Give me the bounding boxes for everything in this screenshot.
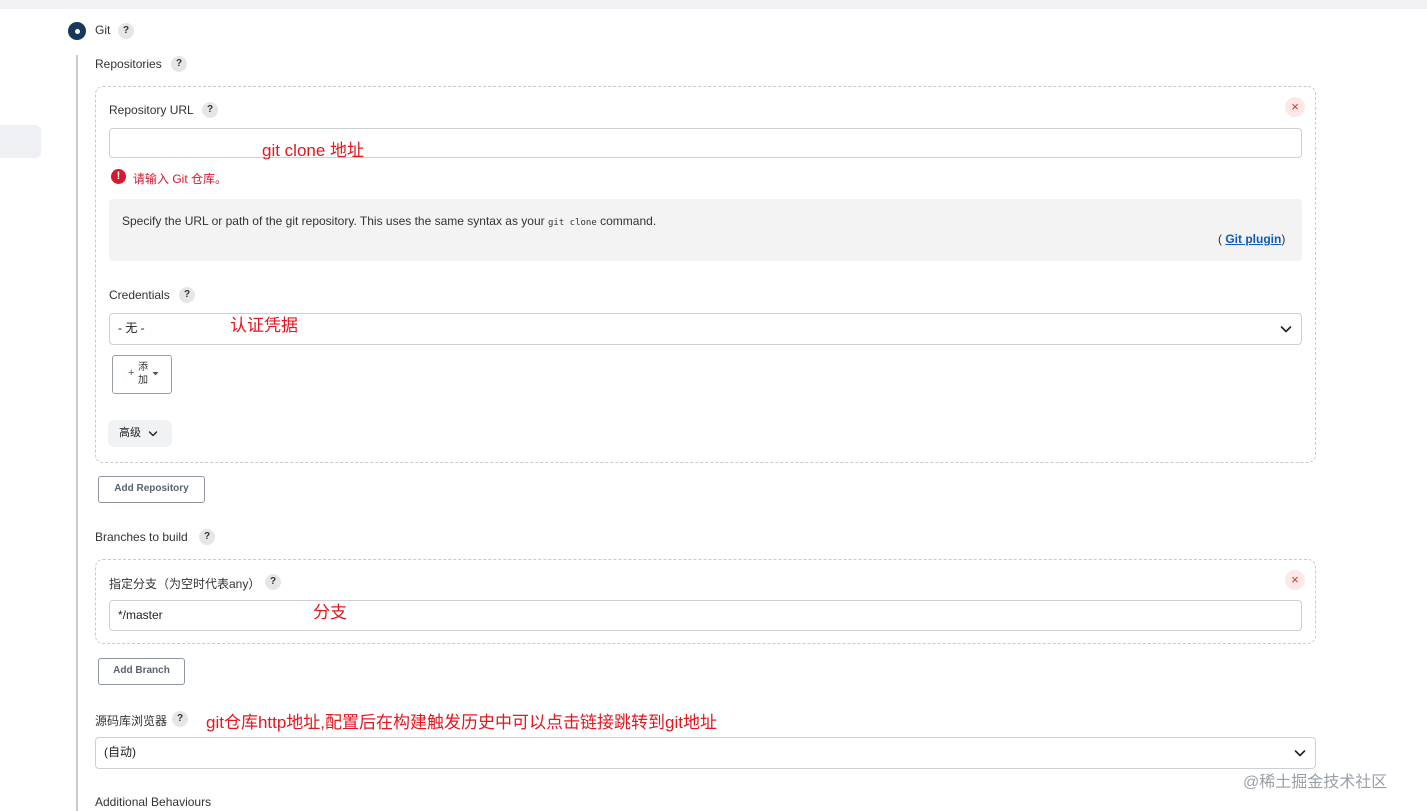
branch-specifier-input[interactable]: */master xyxy=(109,600,1302,631)
git-radio-button[interactable] xyxy=(68,22,86,40)
annotation-credentials: 认证凭据 xyxy=(230,316,298,335)
repository-url-help-text: Specify the URL or path of the git repos… xyxy=(122,214,656,228)
repositories-help-icon[interactable]: ? xyxy=(171,56,187,72)
error-icon: ! xyxy=(111,169,126,184)
add-label-line2: 加 xyxy=(138,375,148,386)
add-repository-button[interactable]: Add Repository xyxy=(98,476,205,503)
repository-browser-selected-value: (自动) xyxy=(104,745,136,759)
section-indent-line xyxy=(76,55,78,811)
help-code: git clone xyxy=(548,218,597,228)
repository-browser-help-icon[interactable]: ? xyxy=(172,711,188,727)
credentials-chevron-down-icon[interactable] xyxy=(1278,321,1294,337)
watermark: @稀土掘金技术社区 xyxy=(1243,774,1388,791)
branches-help-icon[interactable]: ? xyxy=(199,529,215,545)
caret-down-icon xyxy=(152,372,159,376)
repository-browser-select[interactable]: (自动) xyxy=(95,737,1316,769)
add-branch-button[interactable]: Add Branch xyxy=(98,658,185,685)
annotation-repo-url: git clone 地址 xyxy=(262,141,365,160)
branch-specifier-help-icon[interactable]: ? xyxy=(265,574,281,590)
chevron-down-icon xyxy=(148,431,158,437)
add-label-line1: 添 xyxy=(138,362,148,373)
advanced-label: 高级 xyxy=(119,427,141,439)
repository-browser-label: 源码库浏览器 xyxy=(95,714,168,728)
annotation-browser: git仓库http地址,配置后在构建触发历史中可以点击链接跳转到git地址 xyxy=(206,713,717,732)
credentials-help-icon[interactable]: ? xyxy=(179,287,195,303)
git-plugin-ref: ( Git plugin) xyxy=(1218,232,1285,246)
repositories-label: Repositories xyxy=(95,57,162,71)
plugin-paren-close: ) xyxy=(1281,232,1286,246)
plugin-paren-open: ( xyxy=(1218,232,1222,246)
repository-url-help-box xyxy=(109,199,1302,261)
git-label: Git xyxy=(95,23,111,37)
repository-url-error: 请输入 Git 仓库。 xyxy=(133,172,228,186)
sidebar-item[interactable] xyxy=(0,125,41,158)
remove-branch-close-icon[interactable]: × xyxy=(1285,570,1305,590)
advanced-button[interactable]: 高级 xyxy=(108,420,172,447)
repository-url-label: Repository URL xyxy=(109,103,194,117)
top-bar xyxy=(0,0,1427,9)
help-text-after: command. xyxy=(600,214,657,228)
credentials-label: Credentials xyxy=(109,288,170,302)
branches-label: Branches to build xyxy=(95,530,188,544)
git-help-icon[interactable]: ? xyxy=(118,23,134,39)
add-credentials-label: 添 加 xyxy=(138,361,148,387)
add-credentials-button[interactable]: + 添 加 xyxy=(112,355,172,394)
repository-url-help-icon[interactable]: ? xyxy=(202,102,218,118)
branch-specifier-label: 指定分支（为空时代表any） xyxy=(109,577,261,591)
help-text-before: Specify the URL or path of the git repos… xyxy=(122,214,545,228)
plus-icon: + xyxy=(128,367,135,379)
remove-repository-close-icon[interactable]: × xyxy=(1285,97,1305,117)
additional-behaviours-label: Additional Behaviours xyxy=(95,795,212,809)
git-plugin-link[interactable]: Git plugin xyxy=(1225,232,1281,246)
credentials-selected-value: - 无 - xyxy=(118,321,145,335)
annotation-branch: 分支 xyxy=(313,603,347,622)
repository-browser-chevron-down-icon[interactable] xyxy=(1292,745,1308,761)
